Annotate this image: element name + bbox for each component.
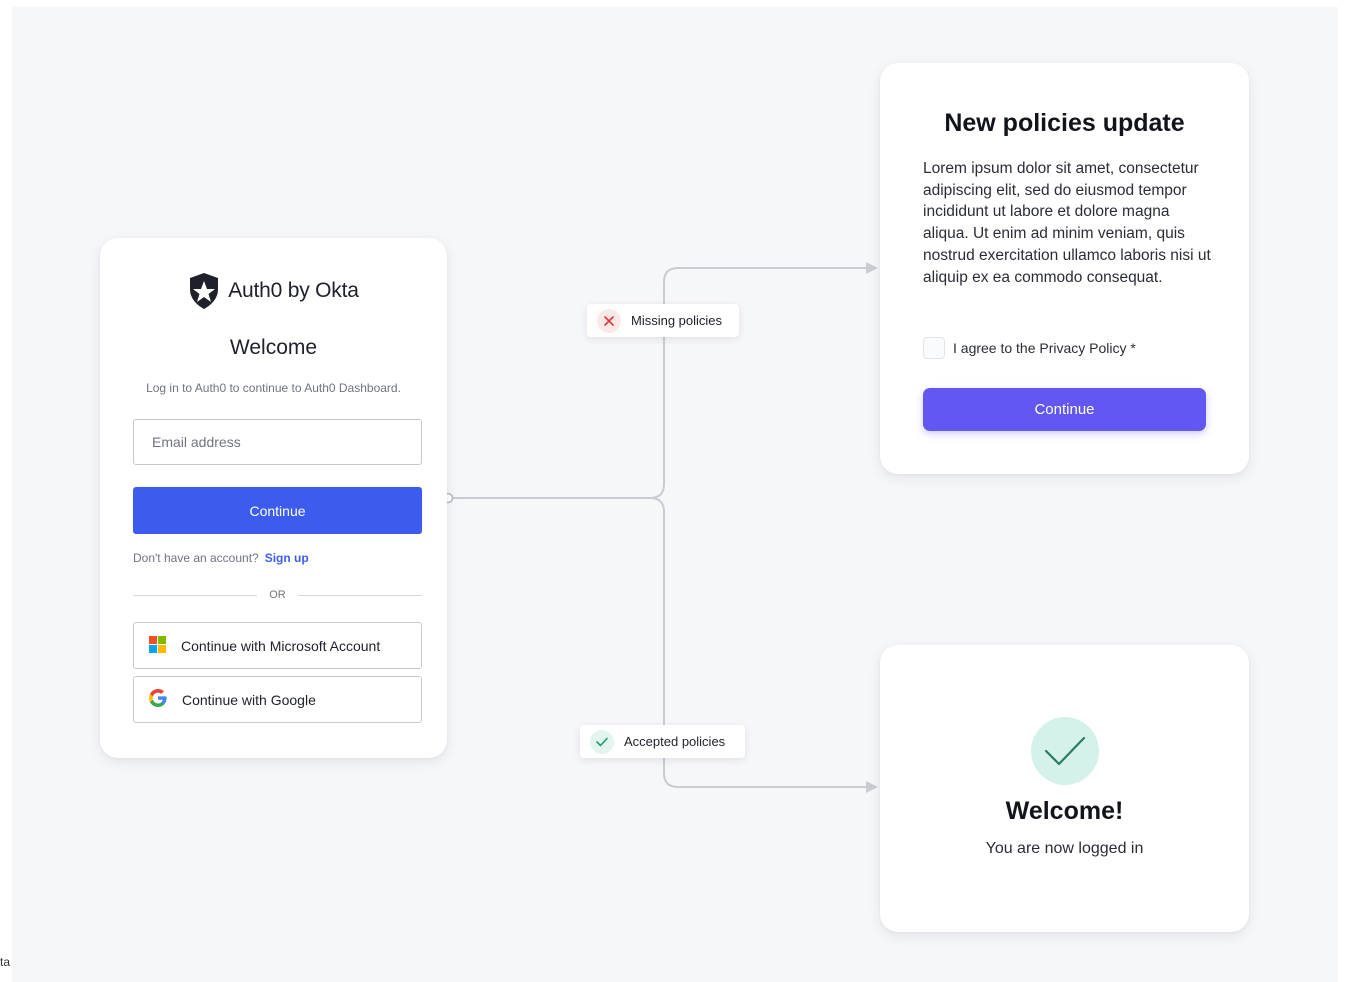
divider-line-right bbox=[297, 594, 422, 596]
privacy-policy-checkbox[interactable] bbox=[923, 337, 945, 359]
privacy-agree-row: I agree to the Privacy Policy * bbox=[923, 337, 1136, 359]
signup-prompt: Don't have an account? bbox=[133, 551, 259, 565]
corner-text: ta bbox=[0, 955, 11, 969]
google-logo-icon bbox=[149, 689, 167, 710]
email-input[interactable] bbox=[133, 419, 422, 465]
success-card: Welcome! You are now logged in bbox=[880, 645, 1249, 932]
accepted-policies-pill: Accepted policies bbox=[580, 725, 745, 758]
divider-line-left bbox=[133, 594, 258, 596]
or-label: OR bbox=[269, 589, 286, 601]
microsoft-logo-icon bbox=[149, 635, 166, 656]
x-icon bbox=[597, 308, 621, 333]
check-icon bbox=[590, 729, 614, 754]
brand-name: Auth0 by Okta bbox=[228, 279, 359, 302]
policies-card: New policies update Lorem ipsum dolor si… bbox=[880, 63, 1249, 474]
signup-row: Don't have an account? Sign up bbox=[133, 551, 309, 565]
policies-continue-button[interactable]: Continue bbox=[923, 388, 1206, 431]
google-login-button[interactable]: Continue with Google bbox=[133, 676, 422, 723]
policies-body: Lorem ipsum dolor sit amet, consectetur … bbox=[923, 160, 1211, 286]
accepted-policies-label: Accepted policies bbox=[624, 734, 726, 749]
missing-policies-label: Missing policies bbox=[631, 313, 723, 328]
success-subtitle: You are now logged in bbox=[985, 840, 1144, 857]
or-divider: OR bbox=[133, 588, 422, 602]
microsoft-login-button[interactable]: Continue with Microsoft Account bbox=[133, 622, 422, 669]
missing-policies-pill: Missing policies bbox=[587, 304, 739, 337]
signup-link[interactable]: Sign up bbox=[265, 551, 309, 565]
microsoft-button-label: Continue with Microsoft Account bbox=[181, 637, 381, 654]
google-button-label: Continue with Google bbox=[182, 691, 316, 708]
privacy-policy-label: I agree to the Privacy Policy * bbox=[953, 340, 1136, 356]
policies-title: New policies update bbox=[944, 109, 1185, 137]
login-continue-button[interactable]: Continue bbox=[133, 487, 422, 534]
login-welcome-heading: Welcome bbox=[229, 336, 318, 359]
brand-header: Auth0 by Okta bbox=[100, 272, 447, 310]
login-card: Auth0 by Okta Welcome Log in to Auth0 to… bbox=[100, 238, 447, 758]
auth0-shield-icon bbox=[188, 272, 220, 310]
login-subtitle: Log in to Auth0 to continue to Auth0 Das… bbox=[146, 381, 401, 395]
success-title: Welcome! bbox=[1005, 797, 1124, 825]
checkmark-icon bbox=[1031, 717, 1099, 785]
